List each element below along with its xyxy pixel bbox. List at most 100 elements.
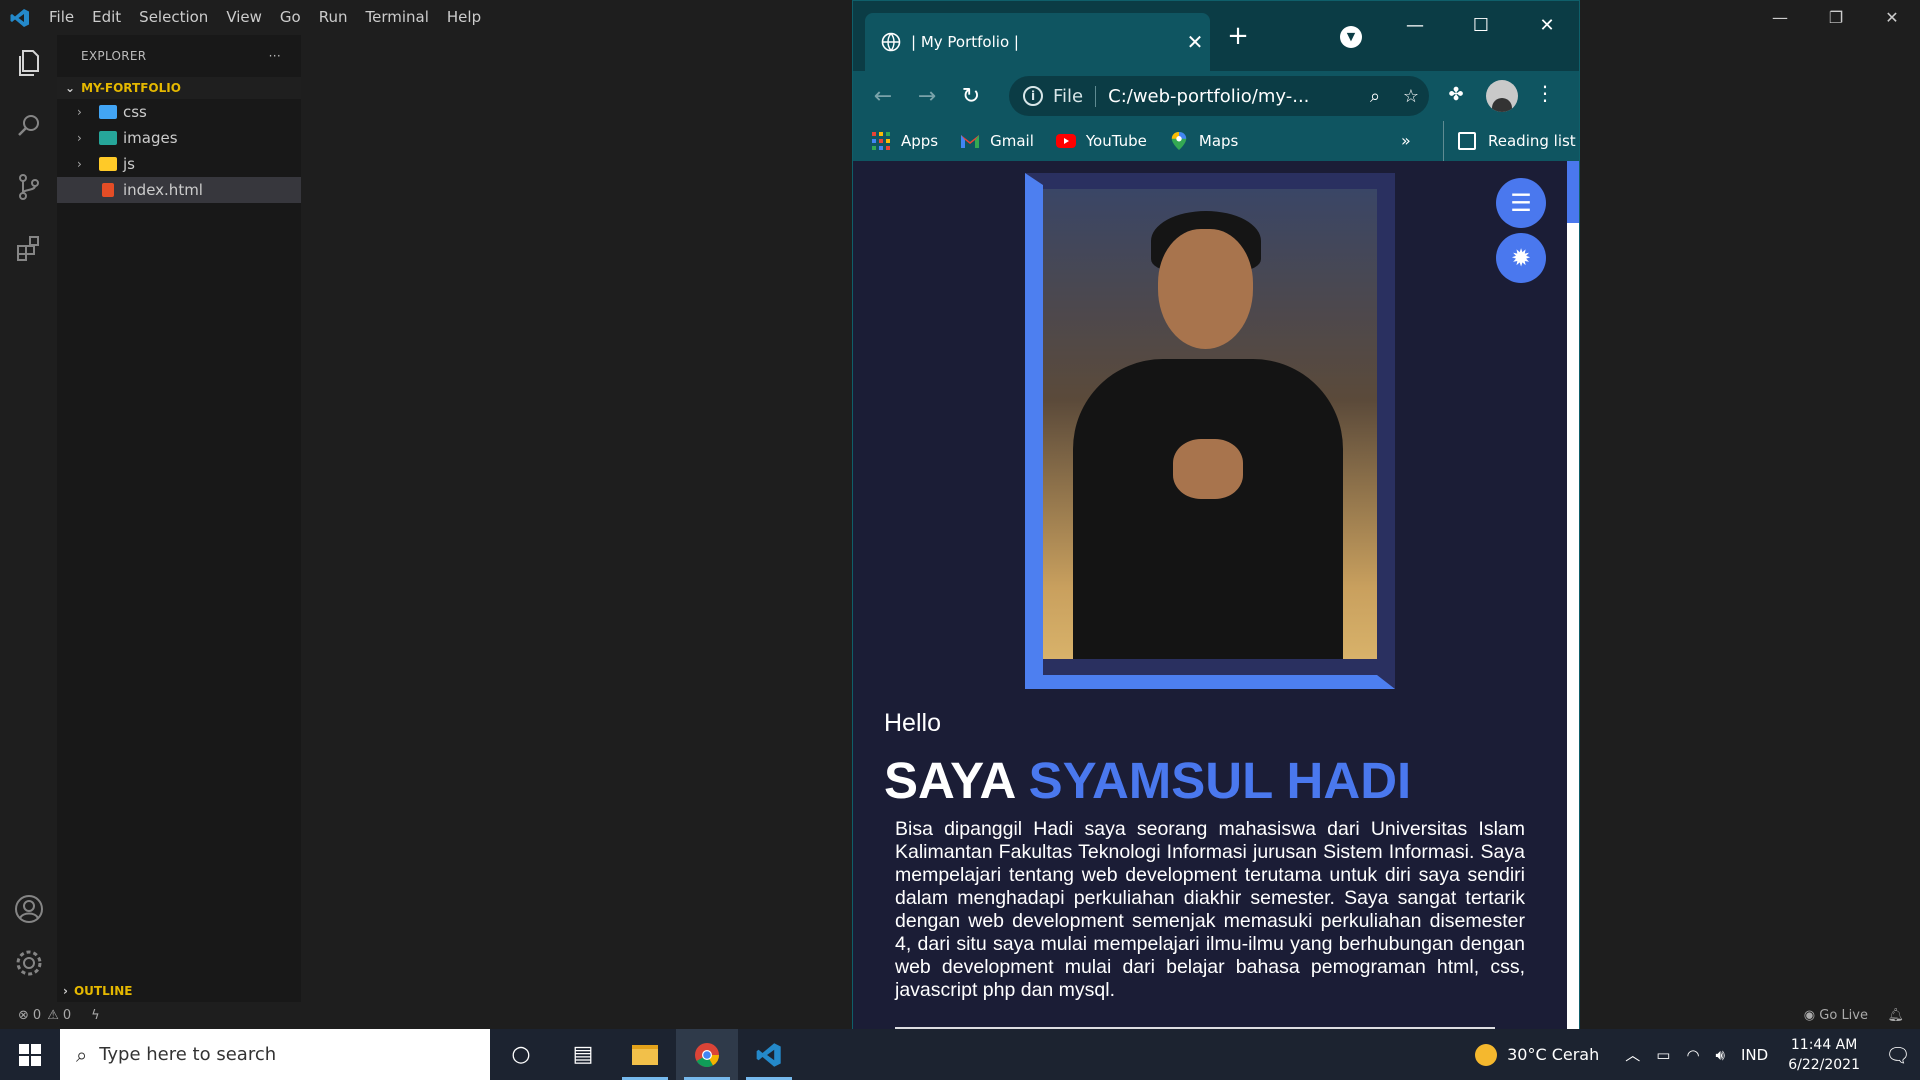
- wifi-icon[interactable]: ◠: [1686, 1046, 1699, 1064]
- theme-toggle-button[interactable]: ✹: [1496, 233, 1546, 283]
- explorer-title: EXPLORER: [81, 49, 147, 63]
- battery-icon[interactable]: ▭: [1656, 1046, 1670, 1064]
- url-text[interactable]: C:/web-portfolio/my-...: [1108, 86, 1357, 107]
- info-icon[interactable]: i: [1023, 86, 1043, 106]
- headline-prefix: SAYA: [884, 752, 1015, 809]
- outline-section[interactable]: › OUTLINE: [57, 980, 301, 1002]
- tree-item-css[interactable]: › css: [57, 99, 301, 125]
- address-bar[interactable]: i File C:/web-portfolio/my-... ⌕ ☆: [1009, 76, 1429, 116]
- menu-help[interactable]: Help: [438, 0, 490, 35]
- bookmarks-more-chevron-icon[interactable]: »: [1401, 131, 1411, 150]
- maximize-icon[interactable]: ☐: [1461, 11, 1501, 41]
- menu-view[interactable]: View: [217, 0, 271, 35]
- bookmark-youtube[interactable]: YouTube: [1055, 132, 1147, 150]
- extensions-icon[interactable]: [13, 232, 45, 264]
- tree-item-label: index.html: [123, 181, 203, 199]
- reading-list-icon: [1458, 132, 1476, 150]
- source-control-icon[interactable]: [13, 171, 45, 203]
- sun-icon: ✹: [1510, 244, 1532, 272]
- headline-name: SYAMSUL HADI: [1028, 752, 1412, 809]
- bookmark-apps[interactable]: Apps: [871, 132, 938, 150]
- minimize-icon[interactable]: —: [1752, 0, 1808, 35]
- restore-icon[interactable]: ❐: [1808, 0, 1864, 35]
- bookmark-label: YouTube: [1085, 132, 1147, 150]
- extensions-puzzle-icon[interactable]: ✤: [1443, 84, 1469, 108]
- notification-center-icon[interactable]: 🗨︎: [1876, 1043, 1920, 1067]
- gmail-icon: [961, 135, 980, 148]
- tree-item-label: js: [123, 155, 135, 173]
- reading-list-label: Reading list: [1488, 132, 1576, 150]
- menu-run[interactable]: Run: [310, 0, 357, 35]
- back-arrow-icon[interactable]: ←: [861, 84, 905, 109]
- menu-file[interactable]: File: [40, 0, 83, 35]
- menu-edit[interactable]: Edit: [83, 0, 130, 35]
- bookmark-maps[interactable]: Maps: [1169, 132, 1238, 150]
- zoom-icon[interactable]: ⌕: [1357, 86, 1393, 107]
- task-view-icon[interactable]: ▤: [552, 1029, 614, 1080]
- input-language[interactable]: IND: [1741, 1046, 1768, 1064]
- minimize-icon[interactable]: —: [1395, 11, 1435, 41]
- bookmark-star-icon[interactable]: ☆: [1393, 86, 1429, 107]
- scrollbar-thumb[interactable]: [1567, 161, 1579, 223]
- reading-list-button[interactable]: Reading list: [1443, 121, 1576, 161]
- reload-icon[interactable]: ↻: [949, 84, 993, 109]
- taskbar-search-box[interactable]: ⌕ Type here to search: [60, 1029, 490, 1080]
- explorer-icon[interactable]: [13, 47, 45, 79]
- warning-count: 0: [62, 1008, 72, 1023]
- vscode-taskbar-icon[interactable]: [738, 1029, 800, 1080]
- menu-go[interactable]: Go: [271, 0, 310, 35]
- volume-icon[interactable]: 🔊︎: [1716, 1046, 1725, 1064]
- close-icon[interactable]: ✕: [1864, 0, 1920, 35]
- port-icon[interactable]: ϟ: [91, 1008, 100, 1023]
- outline-label: OUTLINE: [73, 984, 133, 998]
- explorer-sidebar: EXPLORER ··· ⌄ MY-FORTFOLIO › css › imag…: [57, 35, 301, 980]
- tab-search-chevron-icon[interactable]: ▼: [1340, 26, 1362, 48]
- project-folder[interactable]: ⌄ MY-FORTFOLIO: [57, 77, 301, 99]
- vscode-logo-icon: [0, 0, 40, 35]
- greeting-text: Hello: [884, 709, 941, 737]
- forward-arrow-icon[interactable]: →: [905, 84, 949, 109]
- go-live-button[interactable]: ◉ Go Live: [1804, 1008, 1868, 1023]
- explorer-more-icon[interactable]: ···: [269, 49, 281, 63]
- account-icon[interactable]: [13, 893, 45, 925]
- search-icon[interactable]: [13, 110, 45, 142]
- clock-time: 11:44 AM: [1790, 1036, 1858, 1053]
- chrome-tab-strip: | My Portfolio | ✕ + ▼ — ☐ ✕: [853, 1, 1579, 71]
- bookmark-label: Gmail: [990, 132, 1034, 150]
- html-file-icon: [102, 183, 114, 197]
- chrome-toolbar: ← → ↻ i File C:/web-portfolio/my-... ⌕ ☆…: [853, 71, 1579, 121]
- error-icon[interactable]: ⊗: [18, 1008, 29, 1023]
- cortana-icon[interactable]: ○: [490, 1029, 552, 1080]
- file-explorer-icon[interactable]: [614, 1029, 676, 1080]
- menu-terminal[interactable]: Terminal: [357, 0, 438, 35]
- warning-icon[interactable]: ⚠: [47, 1008, 59, 1023]
- page-scrollbar[interactable]: [1567, 161, 1579, 1031]
- bookmark-label: Apps: [901, 132, 939, 150]
- chrome-icon[interactable]: [676, 1029, 738, 1080]
- kebab-menu-icon[interactable]: ⋮: [1535, 81, 1555, 105]
- start-button[interactable]: [0, 1029, 60, 1080]
- page-viewport: ☰ ✹ Hello SAYA SYAMSUL HADI Bisa dipangg…: [853, 161, 1579, 1031]
- tree-item-js[interactable]: › js: [57, 151, 301, 177]
- settings-gear-icon[interactable]: [13, 947, 45, 979]
- folder-icon: [99, 131, 117, 145]
- profile-avatar[interactable]: [1486, 80, 1518, 112]
- clock[interactable]: 11:44 AM 6/22/2021: [1788, 1035, 1860, 1075]
- show-hidden-icons-icon[interactable]: ︿: [1625, 1044, 1640, 1065]
- headline: SAYA SYAMSUL HADI: [884, 751, 1411, 810]
- bookmark-gmail[interactable]: Gmail: [960, 132, 1034, 150]
- hamburger-menu-button[interactable]: ☰: [1496, 178, 1546, 228]
- chrome-window: | My Portfolio | ✕ + ▼ — ☐ ✕ ← → ↻ i Fil…: [852, 0, 1580, 1031]
- youtube-icon: [1055, 134, 1076, 148]
- url-scheme-label: File: [1053, 85, 1097, 107]
- new-tab-plus-icon[interactable]: +: [1223, 21, 1253, 51]
- broadcast-icon: ◉: [1803, 1008, 1820, 1023]
- close-icon[interactable]: ✕: [1527, 11, 1567, 41]
- tree-item-images[interactable]: › images: [57, 125, 301, 151]
- browser-tab[interactable]: | My Portfolio | ✕: [865, 13, 1210, 71]
- tab-close-icon[interactable]: ✕: [1180, 30, 1210, 54]
- menu-selection[interactable]: Selection: [130, 0, 217, 35]
- weather-widget[interactable]: 30°C Cerah: [1475, 1043, 1599, 1066]
- bell-icon[interactable]: 🔔︎: [1887, 1008, 1904, 1023]
- tree-item-index-html[interactable]: index.html: [57, 177, 301, 203]
